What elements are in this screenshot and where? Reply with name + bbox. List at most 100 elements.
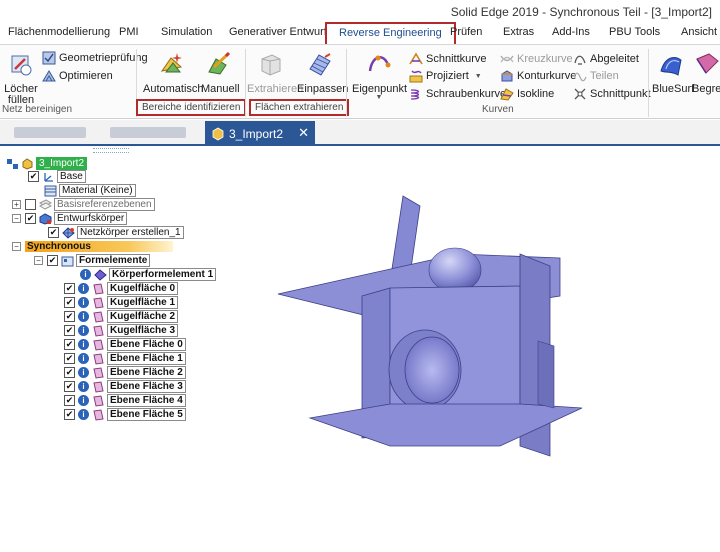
collapse-icon[interactable]: − (34, 256, 43, 265)
collapse-icon[interactable]: − (12, 242, 21, 251)
reference-planes-icon (39, 198, 52, 210)
tree-face-row[interactable]: ✔ i Ebene Fläche 0 (64, 338, 186, 351)
surface-icon (93, 338, 104, 351)
ribbon-separator (245, 49, 246, 117)
face-label: Ebene Fläche 5 (107, 408, 186, 421)
tree-basisref-label: Basisreferenzebenen (54, 198, 155, 211)
abgeleitet-button[interactable]: Abgeleitet (573, 52, 639, 66)
tree-formelemente[interactable]: − ✔ Formelemente (34, 254, 151, 267)
tab-pmi[interactable]: PMI (119, 26, 139, 38)
schraubenkurve-button[interactable]: Schraubenkurve (409, 87, 506, 101)
document-tab-blurred[interactable] (110, 127, 186, 138)
features-folder-icon (61, 256, 74, 266)
tab-extras[interactable]: Extras (503, 26, 534, 38)
automatic-button[interactable]: Automatisch (143, 51, 204, 95)
bluesurf-button[interactable]: BlueSurf (652, 51, 694, 95)
tree-face-row[interactable]: ✔ i Kugelfläche 0 (64, 282, 179, 295)
face-checkbox[interactable]: ✔ (64, 353, 75, 364)
tree-basisreferenzebenen[interactable]: + ✔ Basisreferenzebenen (12, 198, 155, 211)
tree-base[interactable]: ✔ Base (28, 170, 86, 183)
tree-face-row[interactable]: ✔ i Ebene Fläche 1 (64, 352, 186, 365)
tree-netzkoerper[interactable]: ✔ Netzkörper erstellen_1 (48, 226, 184, 239)
pane-grip[interactable] (93, 148, 129, 153)
face-checkbox[interactable]: ✔ (64, 409, 75, 420)
tree-koerperformelement[interactable]: i Körperformelement 1 (80, 268, 217, 281)
face-label: Ebene Fläche 1 (107, 352, 186, 365)
assembly-icon (7, 158, 18, 169)
schnittkurve-button[interactable]: Schnittkurve (409, 52, 487, 66)
tab-simulation[interactable]: Simulation (161, 26, 212, 38)
face-checkbox[interactable]: ✔ (64, 367, 75, 378)
manual-button[interactable]: Manuell (201, 51, 240, 95)
extract-label: Extrahieren (247, 83, 304, 95)
tree-face-row[interactable]: ✔ i Ebene Fläche 5 (64, 408, 186, 421)
intersection-point-icon (574, 88, 586, 100)
surface-icon (93, 366, 104, 379)
schraubenkurve-label: Schraubenkurve (426, 88, 507, 100)
projiziert-dropdown-icon[interactable]: ▼ (475, 73, 482, 80)
geometry-check-button[interactable]: Geometrieprüfung (42, 51, 148, 65)
info-icon: i (78, 381, 89, 392)
teilen-button[interactable]: Teilen (573, 69, 619, 83)
face-checkbox[interactable]: ✔ (64, 311, 75, 322)
face-checkbox[interactable]: ✔ (64, 283, 75, 294)
eigenpunkt-dropdown-icon[interactable]: ▼ (352, 94, 406, 101)
document-tab-blurred[interactable] (14, 127, 86, 138)
info-icon: i (78, 367, 89, 378)
pathfinder-tree: 3_Import2 ✔ Base Material (Keine) + ✔ Ba… (0, 146, 270, 552)
collapse-icon[interactable]: − (12, 214, 21, 223)
fill-holes-button[interactable]: Löcher füllen (4, 51, 38, 106)
face-checkbox[interactable]: ✔ (64, 325, 75, 336)
kreuzkurve-label: Kreuzkurve (517, 53, 573, 65)
tree-root[interactable]: 3_Import2 (6, 157, 88, 170)
close-tab-icon[interactable]: ✕ (298, 125, 309, 141)
kreuzkurve-button[interactable]: Kreuzkurve (500, 52, 573, 66)
document-tab-active[interactable]: 3_Import2 ✕ (205, 121, 315, 146)
tree-entwurf-checkbox[interactable]: ✔ (25, 213, 36, 224)
face-label: Ebene Fläche 3 (107, 380, 186, 393)
face-checkbox[interactable]: ✔ (64, 339, 75, 350)
tree-formelemente-checkbox[interactable]: ✔ (47, 255, 58, 266)
surface-icon (93, 324, 104, 337)
schnittpunkt-button[interactable]: Schnittpunkt (573, 87, 651, 101)
face-checkbox[interactable]: ✔ (64, 381, 75, 392)
optimize-button[interactable]: Optimieren (42, 69, 113, 83)
tree-face-row[interactable]: ✔ i Kugelfläche 3 (64, 324, 179, 337)
isokline-button[interactable]: Isokline (500, 87, 554, 101)
extract-icon (261, 54, 281, 76)
ribbon-tabs: Flächenmodellierung PMI Simulation Gener… (0, 22, 720, 45)
tab-generativer-entwurf[interactable]: Generativer Entwurf (229, 26, 327, 38)
tree-face-row[interactable]: ✔ i Kugelfläche 2 (64, 310, 179, 323)
tree-face-row[interactable]: ✔ i Ebene Fläche 3 (64, 380, 186, 393)
graphics-viewport[interactable] (270, 146, 720, 552)
tree-face-row[interactable]: ✔ i Ebene Fläche 4 (64, 394, 186, 407)
projiziert-button[interactable]: Projiziert ▼ (409, 69, 482, 83)
face-label: Kugelfläche 0 (107, 282, 179, 295)
konturkurve-button[interactable]: Konturkurve (500, 69, 576, 83)
tree-netz-label: Netzkörper erstellen_1 (77, 226, 184, 239)
bounded-surface-icon (696, 53, 719, 74)
tree-base-checkbox[interactable]: ✔ (28, 171, 39, 182)
tree-material[interactable]: Material (Keine) (44, 184, 136, 197)
tab-flaechenmodellierung[interactable]: Flächenmodellierung (8, 26, 110, 38)
fit-button[interactable]: Einpassen (297, 51, 348, 95)
tree-face-row[interactable]: ✔ i Kugelfläche 1 (64, 296, 179, 309)
face-checkbox[interactable]: ✔ (64, 395, 75, 406)
face-checkbox[interactable]: ✔ (64, 297, 75, 308)
tree-entwurfskoerper[interactable]: − ✔ Entwurfskörper (12, 212, 128, 225)
begrenzt-button[interactable]: Begre (692, 51, 720, 95)
tree-synchronous[interactable]: − Synchronous (12, 240, 173, 253)
tab-ansicht[interactable]: Ansicht (681, 26, 717, 38)
tree-netz-checkbox[interactable]: ✔ (48, 227, 59, 238)
tree-basisref-checkbox[interactable]: ✔ (25, 199, 36, 210)
part-document-icon (212, 127, 224, 141)
expand-icon[interactable]: + (12, 200, 21, 209)
tree-face-row[interactable]: ✔ i Ebene Fläche 2 (64, 366, 186, 379)
tab-pruefen[interactable]: Prüfen (450, 26, 482, 38)
tree-entwurf-label: Entwurfskörper (54, 212, 128, 225)
tab-reverse-engineering[interactable]: Reverse Engineering (325, 22, 456, 45)
tab-add-ins[interactable]: Add-Ins (552, 26, 590, 38)
eigenpunkt-button[interactable]: Eigenpunkt ▼ (352, 51, 407, 101)
extract-button[interactable]: Extrahieren (247, 51, 304, 95)
tab-pbu-tools[interactable]: PBU Tools (609, 26, 660, 38)
